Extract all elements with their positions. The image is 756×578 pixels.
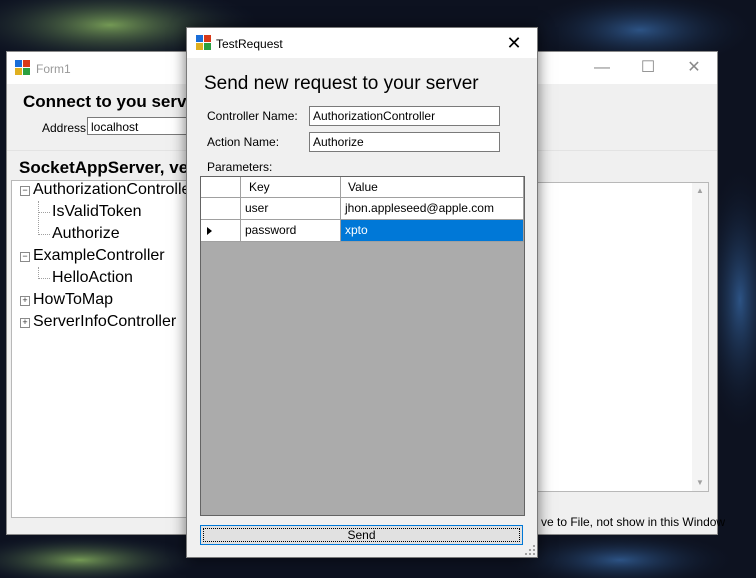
grid-row-header-current[interactable]	[201, 220, 241, 242]
dialog-titlebar[interactable]: TestRequest ✕	[187, 28, 537, 58]
tree-node-hello-action[interactable]: HelloAction	[52, 269, 133, 287]
tree-node-authorize[interactable]: Authorize	[52, 225, 120, 243]
address-label: Address	[42, 121, 87, 135]
form1-title: Form1	[36, 62, 71, 76]
collapse-icon[interactable]: −	[20, 186, 30, 196]
tree-connector	[38, 201, 39, 235]
output-textbox[interactable]: ▲ ▼	[537, 182, 709, 492]
grid-cell-value-selected[interactable]: xpto	[341, 220, 524, 242]
grid-row-header[interactable]	[201, 198, 241, 220]
app-icon	[196, 35, 212, 51]
test-request-dialog: TestRequest ✕ Send new request to your s…	[186, 27, 538, 558]
server-title: SocketAppServer, ve	[19, 158, 189, 177]
close-icon[interactable]: ✕	[491, 28, 537, 58]
app-icon	[15, 60, 31, 76]
parameters-grid[interactable]: Key Value user jhon.appleseed@apple.com …	[200, 176, 525, 516]
tree-node-example-controller[interactable]: ExampleController	[33, 247, 165, 265]
tree-connector	[38, 212, 50, 213]
grid-header-value[interactable]: Value	[341, 177, 524, 198]
tree-connector	[38, 234, 50, 235]
grid-cell-key[interactable]: user	[241, 198, 341, 220]
grid-header-key[interactable]: Key	[241, 177, 341, 198]
grid-cell-value[interactable]: jhon.appleseed@apple.com	[341, 198, 524, 220]
minimize-icon[interactable]: —	[579, 52, 625, 84]
action-name-label: Action Name:	[207, 135, 280, 149]
resize-grip-icon[interactable]	[525, 545, 535, 555]
tree-node-how-to-map[interactable]: HowToMap	[33, 291, 113, 309]
tree-node-server-info-controller[interactable]: ServerInfoController	[33, 313, 176, 331]
grid-cell-key[interactable]: password	[241, 220, 341, 242]
expand-icon[interactable]: +	[20, 318, 30, 328]
row-arrow-icon	[207, 227, 212, 235]
action-name-input[interactable]: Authorize	[309, 132, 500, 152]
controller-tree[interactable]: − AuthorizationControlle IsValidToken Au…	[11, 180, 201, 518]
tree-node-is-valid-token[interactable]: IsValidToken	[52, 203, 142, 221]
maximize-icon[interactable]: ☐	[625, 52, 671, 84]
scroll-down-icon[interactable]: ▼	[692, 475, 708, 491]
save-to-file-label[interactable]: ve to File, not show in this Window	[541, 515, 725, 529]
controller-name-label: Controller Name:	[207, 109, 298, 123]
controller-name-input[interactable]: AuthorizationController	[309, 106, 500, 126]
collapse-icon[interactable]: −	[20, 252, 30, 262]
scroll-up-icon[interactable]: ▲	[692, 183, 708, 199]
tree-node-authorization-controller[interactable]: AuthorizationControlle	[33, 181, 190, 199]
tree-connector	[38, 278, 50, 279]
output-scrollbar[interactable]: ▲ ▼	[692, 183, 708, 491]
connect-title: Connect to you serve	[23, 92, 196, 111]
send-button[interactable]: Send	[200, 525, 523, 545]
parameters-label: Parameters:	[207, 160, 273, 174]
grid-corner-header[interactable]	[201, 177, 241, 198]
close-icon[interactable]: ✕	[671, 52, 717, 84]
dialog-heading: Send new request to your server	[204, 73, 479, 94]
dialog-title: TestRequest	[216, 37, 283, 51]
send-button-label: Send	[347, 528, 376, 542]
expand-icon[interactable]: +	[20, 296, 30, 306]
